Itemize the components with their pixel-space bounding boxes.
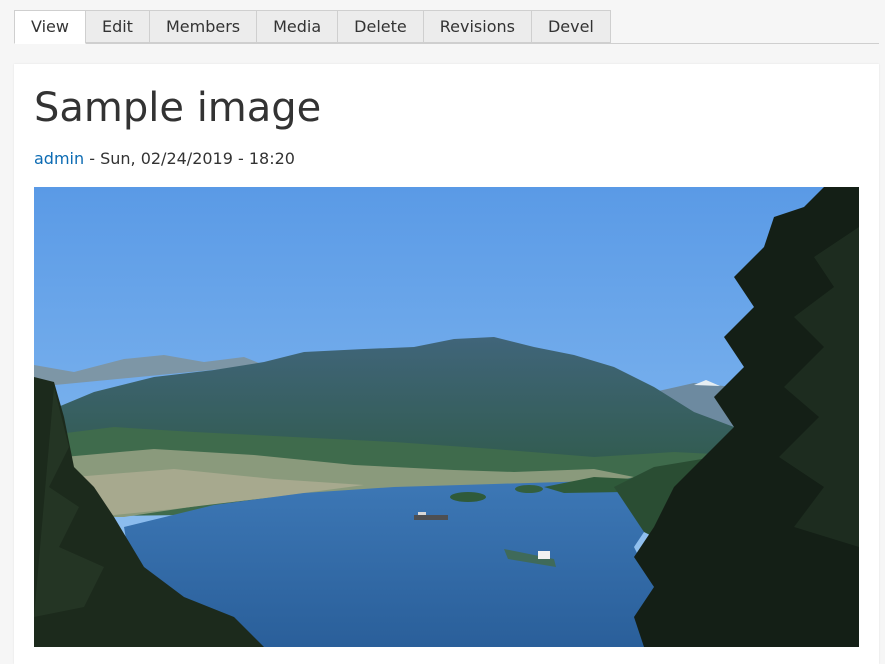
tab-delete[interactable]: Delete (338, 10, 424, 43)
tab-members[interactable]: Members (149, 10, 258, 43)
tab-media[interactable]: Media (257, 10, 339, 43)
local-tasks-tabs: View Edit Members Media Delete Revisions… (14, 10, 879, 44)
tab-view[interactable]: View (14, 10, 86, 44)
content-card: Sample image admin - Sun, 02/24/2019 - 1… (14, 64, 879, 664)
tab-revisions[interactable]: Revisions (423, 10, 532, 43)
page-title: Sample image (34, 85, 322, 131)
node-image (34, 187, 859, 647)
tab-devel[interactable]: Devel (531, 10, 611, 43)
landscape-photo (34, 187, 859, 647)
author-link[interactable]: admin (34, 149, 84, 168)
tab-edit[interactable]: Edit (85, 10, 150, 43)
node-meta: admin - Sun, 02/24/2019 - 18:20 (34, 148, 295, 170)
post-date: - Sun, 02/24/2019 - 18:20 (84, 149, 295, 168)
